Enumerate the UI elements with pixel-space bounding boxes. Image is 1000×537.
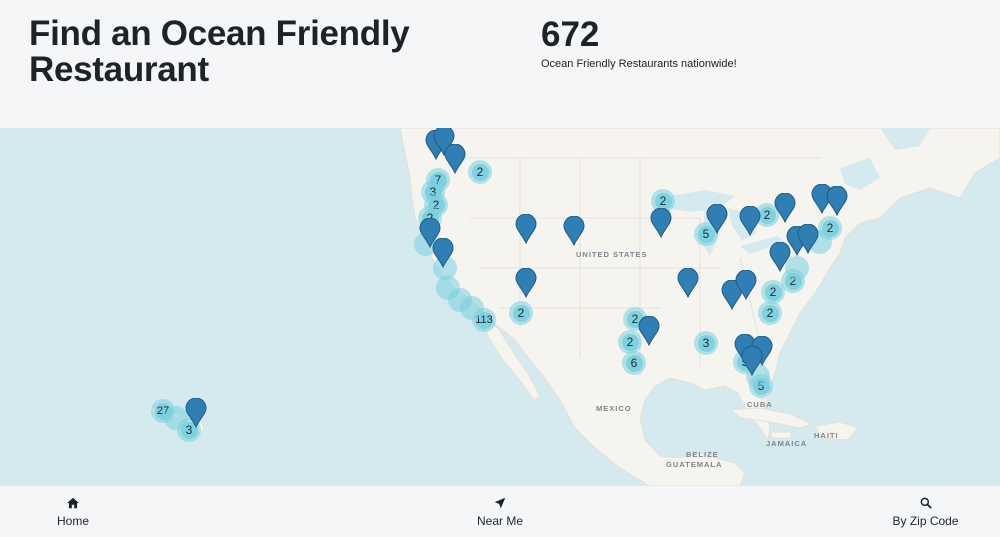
label-cuba: CUBA [747, 400, 773, 409]
label-mexico: MEXICO [596, 404, 632, 413]
label-united-states: UNITED STATES [576, 250, 648, 259]
location-pin-icon[interactable] [826, 186, 848, 216]
page-title: Find an Ocean Friendly Restaurant [29, 14, 410, 89]
land-jamaica [769, 431, 793, 439]
location-pin-icon[interactable] [739, 206, 761, 236]
cluster-count: 2 [512, 304, 530, 322]
location-pin-icon[interactable] [515, 268, 537, 298]
cluster-count: 2 [761, 304, 779, 322]
cluster-count: 2 [471, 163, 489, 181]
navigation-arrow-icon [494, 497, 506, 508]
cluster-count: 2 [654, 192, 672, 210]
cluster-marker[interactable] [460, 296, 484, 320]
location-pin-icon[interactable] [515, 214, 537, 244]
cluster-marker[interactable]: 6 [622, 351, 646, 375]
location-pin-icon[interactable] [774, 193, 796, 223]
label-jamaica: JAMAICA [766, 439, 808, 448]
cluster-count: 2 [621, 333, 639, 351]
cluster-count: 2 [764, 283, 782, 301]
cluster-marker[interactable]: 2 [509, 301, 533, 325]
location-pin-icon[interactable] [677, 268, 699, 298]
label-guatemala: GUATEMALA [666, 460, 723, 469]
label-belize: BELIZE [686, 450, 719, 459]
map[interactable]: UNITED STATES MEXICO CUBA JAMAICA HAITI … [0, 128, 1000, 486]
location-pin-icon[interactable] [735, 270, 757, 300]
nav-home-label: Home [56, 513, 89, 528]
nav-near-me[interactable]: Near Me [470, 486, 530, 537]
cluster-marker[interactable]: 2 [758, 301, 782, 325]
nav-zip-code-label: By Zip Code [892, 513, 959, 528]
nav-near-me-label: Near Me [476, 513, 523, 528]
label-haiti: HAITI [814, 431, 839, 440]
nav-zip-code[interactable]: By Zip Code [888, 486, 963, 537]
cluster-marker[interactable]: 2 [468, 160, 492, 184]
cluster-count: 2 [758, 206, 776, 224]
nav-home[interactable]: Home [53, 486, 93, 537]
location-pin-icon[interactable] [444, 144, 466, 174]
search-icon [920, 497, 932, 509]
location-pin-icon[interactable] [563, 216, 585, 246]
cluster-marker[interactable]: 3 [694, 331, 718, 355]
location-pin-icon[interactable] [706, 204, 728, 234]
location-pin-icon[interactable] [741, 346, 763, 376]
header: Find an Ocean Friendly Restaurant 672 Oc… [0, 0, 1000, 128]
bottom-nav: Home Near Me By Zip Code [0, 486, 1000, 537]
restaurant-count: 672 [541, 15, 600, 54]
location-pin-icon[interactable] [432, 238, 454, 268]
map-basemap [149, 128, 1000, 486]
cluster-count: 6 [625, 354, 643, 372]
location-pin-icon[interactable] [638, 316, 660, 346]
location-pin-icon[interactable] [185, 398, 207, 428]
cluster-count: 3 [697, 334, 715, 352]
home-icon [67, 497, 79, 508]
location-pin-icon[interactable] [650, 208, 672, 238]
location-pin-icon[interactable] [797, 224, 819, 254]
land-cuba [728, 407, 814, 429]
restaurant-count-subtitle: Ocean Friendly Restaurants nationwide! [541, 58, 737, 70]
